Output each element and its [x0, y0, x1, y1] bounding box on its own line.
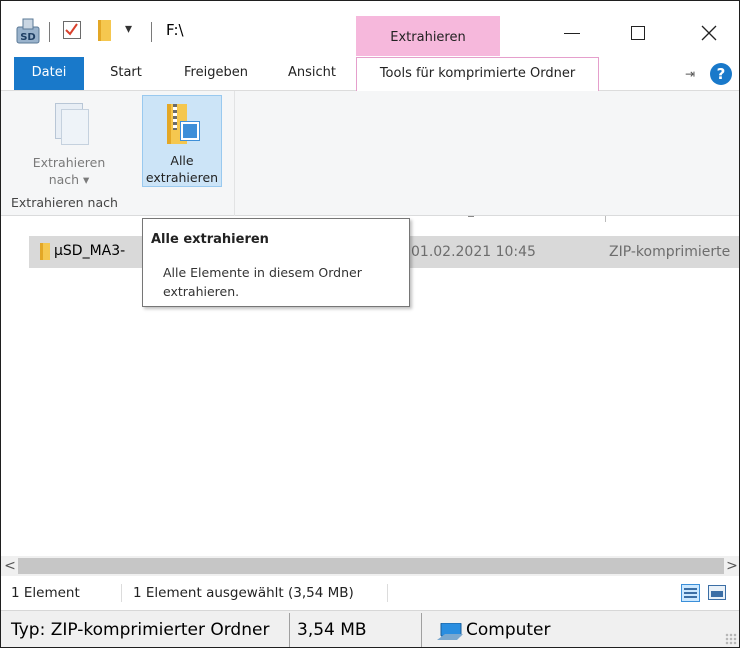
zipper-icon [173, 104, 177, 130]
close-button[interactable] [686, 17, 732, 49]
details-view-button[interactable] [681, 584, 700, 602]
qat-dropdown-icon[interactable]: ▾ [125, 21, 132, 37]
ribbon-group-label: Extrahieren nach [11, 195, 118, 210]
extract-to-label-line1: Extrahieren [32, 155, 106, 170]
status-separator [121, 584, 122, 602]
extract-all-button[interactable]: Alle extrahieren [142, 95, 222, 187]
title-bar: SD ▾ F:\ Extrahieren [1, 1, 739, 57]
file-type: ZIP-komprimierte [609, 244, 731, 260]
qat-separator [151, 22, 152, 42]
details-view-icon [684, 588, 697, 590]
status-separator [387, 584, 388, 602]
file-size-status: 3,54 MB [297, 620, 367, 640]
selection-info: 1 Element ausgewählt (3,54 MB) [133, 585, 354, 601]
extract-to-label: Extrahieren nach ▾ [29, 154, 109, 188]
computer-icon [437, 623, 463, 640]
details-view-icon [684, 596, 697, 598]
ribbon-group-extract: Extrahieren nach ▾ Alle extrahieren Extr… [11, 91, 235, 216]
tooltip: Alle extrahieren Alle Elemente in diesem… [142, 218, 410, 307]
file-date: 01.02.2021 10:45 [411, 244, 536, 260]
size-grip-icon[interactable] [725, 633, 737, 645]
tab-tools-compressed[interactable]: Tools für komprimierte Ordner [356, 57, 599, 92]
window-title: F:\ [166, 21, 184, 39]
ribbon-tab-strip: Datei Start Freigeben Ansicht Tools für … [1, 57, 739, 92]
column-header-fragment [468, 216, 474, 217]
details-view-icon [684, 592, 697, 594]
horizontal-scrollbar[interactable]: < > [1, 556, 739, 576]
large-icons-view-button[interactable] [708, 585, 726, 600]
file-name: µSD_MA3- [54, 243, 126, 259]
ribbon-pin-icon[interactable]: ⇥ [685, 67, 695, 81]
help-icon[interactable]: ? [710, 63, 732, 85]
sd-drive-icon[interactable]: SD [15, 17, 41, 45]
extract-grid-icon [180, 121, 200, 141]
large-icons-view-icon [711, 591, 723, 597]
svg-text:SD: SD [20, 32, 36, 43]
extract-all-label: Alle extrahieren [143, 152, 221, 186]
context-tab-header: Extrahieren [356, 16, 500, 56]
column-header-fragment [605, 216, 606, 222]
ribbon-body: Extrahieren nach ▾ Alle extrahieren Extr… [1, 91, 739, 216]
scroll-right-button[interactable]: > [725, 556, 739, 576]
status-bar: 1 Element 1 Element ausgewählt (3,54 MB) [1, 576, 739, 610]
extract-to-icon-layer [61, 109, 89, 145]
item-count: 1 Element [11, 585, 80, 601]
tooltip-body: Alle Elemente in diesem Ordner extrahier… [163, 265, 362, 299]
extract-all-label-line1: Alle [170, 153, 194, 168]
minimize-icon [564, 33, 580, 34]
status-separator [289, 613, 290, 647]
legacy-status-bar: Typ: ZIP-komprimierter Ordner 3,54 MB Co… [1, 610, 739, 647]
extract-all-label-line2: extrahieren [145, 170, 219, 185]
properties-check-icon[interactable] [63, 21, 81, 39]
extract-to-label-line2: nach ▾ [48, 172, 90, 187]
tooltip-title: Alle extrahieren [151, 232, 269, 247]
close-icon [701, 25, 717, 41]
minimize-button[interactable] [549, 17, 595, 49]
qat-separator [49, 22, 50, 42]
explorer-window: SD ▾ F:\ Extrahieren Datei Start Freigeb… [0, 0, 740, 648]
tab-datei[interactable]: Datei [14, 57, 84, 90]
zip-file-icon [40, 243, 50, 260]
file-type-status: Typ: ZIP-komprimierter Ordner [11, 620, 270, 640]
scrollbar-thumb[interactable] [18, 558, 724, 574]
maximize-icon [631, 26, 645, 40]
new-folder-icon[interactable] [98, 20, 111, 41]
status-separator [421, 613, 422, 647]
tab-ansicht[interactable]: Ansicht [277, 57, 347, 91]
scroll-left-button[interactable]: < [3, 556, 17, 576]
tab-start[interactable]: Start [96, 57, 156, 91]
extract-to-button[interactable]: Extrahieren nach ▾ [29, 97, 109, 187]
tab-freigeben[interactable]: Freigeben [171, 57, 261, 91]
maximize-button[interactable] [615, 17, 661, 49]
location-status: Computer [466, 620, 551, 640]
